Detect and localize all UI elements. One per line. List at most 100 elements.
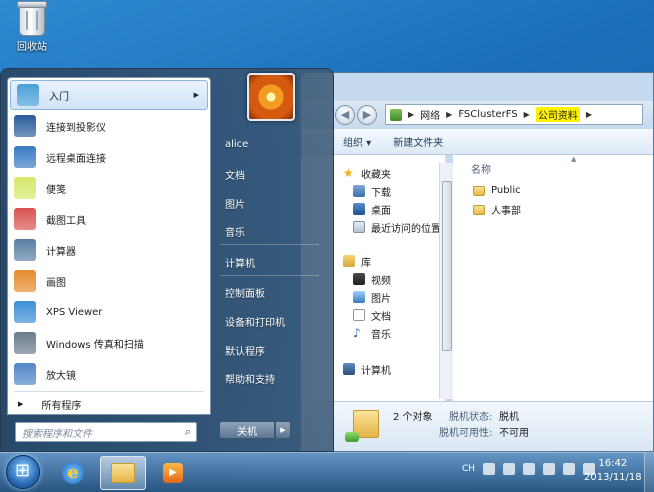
start-right-help[interactable]: 帮助和支持 — [225, 371, 275, 386]
recent-places-icon — [353, 221, 365, 233]
start-right-pictures[interactable]: 图片 — [225, 196, 245, 211]
nav-favorites[interactable]: ★ 收藏夹 — [343, 165, 391, 181]
sync-icon — [345, 432, 359, 442]
fax-scan-icon — [14, 332, 36, 354]
details-pane: 2 个对象 脱机状态: 脱机 脱机可用性: 不可用 — [301, 401, 653, 451]
taskbar-media-player[interactable]: ▶ — [150, 456, 196, 490]
language-indicator[interactable]: CH — [462, 464, 475, 474]
shutdown-options-button[interactable]: ▶ — [275, 421, 291, 439]
xps-viewer-icon — [14, 301, 36, 323]
nav-music[interactable]: ♪ 音乐 — [353, 325, 391, 341]
recycle-bin-icon — [17, 1, 47, 36]
file-list: ▲ 名称 Public 人事部 — [453, 155, 653, 403]
start-right-control-panel[interactable]: 控制面板 — [225, 285, 265, 300]
explorer-window: ◀ ▶ ▶ 网络 ▶ FSClusterFS ▶ 公司资料 ▶ 组织 ▾ 新建文… — [300, 72, 654, 452]
divider — [219, 244, 319, 245]
breadcrumb-company-data[interactable]: 公司资料 — [535, 107, 580, 122]
clock[interactable]: 16:42 2013/11/18 — [584, 457, 642, 485]
nav-computer[interactable]: 计算机 — [343, 361, 391, 377]
nav-pictures[interactable]: 图片 — [353, 289, 391, 305]
breadcrumb-network[interactable]: 网络 — [420, 107, 440, 122]
start-right-devices-printers[interactable]: 设备和打印机 — [225, 314, 285, 329]
sort-indicator-icon: ▲ — [571, 155, 577, 163]
computer-icon — [343, 363, 355, 375]
nav-documents[interactable]: 文档 — [353, 307, 391, 323]
keyboard-icon[interactable] — [483, 463, 496, 475]
address-bar[interactable]: ▶ 网络 ▶ FSClusterFS ▶ 公司资料 ▶ — [385, 104, 643, 125]
taskbar-windows-explorer[interactable] — [100, 456, 146, 490]
nav-videos[interactable]: 视频 — [353, 271, 391, 287]
scrollbar-thumb[interactable] — [442, 181, 452, 351]
recycle-bin-label: 回收站 — [17, 42, 47, 53]
network-tray-icon[interactable] — [563, 463, 576, 475]
program-sticky-notes[interactable]: 便笺 — [8, 173, 210, 203]
start-menu-programs: 入门 ▶ 连接到投影仪 远程桌面连接 便笺 截图工具 计算器 画图 XPS Vi… — [7, 77, 211, 415]
start-orb-button[interactable] — [6, 455, 40, 489]
divider — [14, 391, 204, 392]
internet-explorer-icon: e — [62, 462, 84, 484]
command-bar: 组织 ▾ 新建文件夹 — [301, 129, 653, 155]
program-xps-viewer[interactable]: XPS Viewer — [8, 297, 210, 327]
all-programs[interactable]: ▶ 所有程序 — [8, 394, 210, 414]
program-getting-started[interactable]: 入门 ▶ — [10, 80, 208, 110]
pictures-icon — [353, 291, 365, 303]
nav-desktop[interactable]: 桌面 — [353, 201, 391, 217]
tray-overflow-icon[interactable] — [523, 463, 536, 475]
offline-availability-label: 脱机可用性: — [439, 428, 493, 439]
downloads-icon — [353, 185, 365, 197]
snipping-tool-icon — [14, 208, 36, 230]
back-button[interactable]: ◀ — [335, 105, 355, 125]
forward-button[interactable]: ▶ — [357, 105, 377, 125]
start-right-music[interactable]: 音乐 — [225, 224, 245, 239]
user-avatar[interactable] — [247, 73, 295, 121]
start-search-input[interactable]: 搜索程序和文件 ⌕ — [15, 422, 197, 442]
new-folder-button[interactable]: 新建文件夹 — [393, 134, 443, 149]
program-calculator[interactable]: 计算器 — [8, 235, 210, 265]
file-item-public[interactable]: Public — [473, 185, 521, 196]
offline-status-label: 脱机状态: — [449, 412, 493, 423]
search-icon[interactable]: ⌕ — [185, 425, 191, 439]
show-desktop-button[interactable] — [644, 453, 654, 492]
calculator-icon — [14, 239, 36, 261]
program-projector[interactable]: 连接到投影仪 — [8, 111, 210, 141]
breadcrumb-fscluster[interactable]: FSClusterFS — [458, 109, 517, 120]
recycle-bin[interactable]: 回收站 — [10, 1, 54, 53]
action-center-icon[interactable] — [543, 463, 556, 475]
start-right-documents[interactable]: 文档 — [225, 167, 245, 182]
folder-icon — [473, 185, 485, 196]
system-tray: CH — [462, 463, 596, 475]
file-item-hr[interactable]: 人事部 — [473, 202, 521, 217]
help-icon[interactable] — [503, 463, 516, 475]
taskbar-internet-explorer[interactable]: e — [50, 456, 96, 490]
nav-recent[interactable]: 最近访问的位置 — [353, 219, 441, 235]
search-placeholder: 搜索程序和文件 — [22, 428, 92, 440]
offline-availability-value: 不可用 — [499, 428, 529, 439]
documents-icon — [353, 309, 365, 321]
folder-icon — [473, 204, 485, 215]
program-fax-scan[interactable]: Windows 传真和扫描 — [8, 328, 210, 358]
libraries-icon — [343, 255, 355, 267]
nav-scrollbar[interactable] — [439, 163, 453, 399]
all-programs-arrow-icon: ▶ — [18, 400, 24, 408]
clock-time: 16:42 — [598, 458, 628, 469]
offline-status-value: 脱机 — [499, 412, 519, 423]
media-player-icon: ▶ — [163, 463, 183, 483]
shutdown-button[interactable]: 关机 — [219, 421, 275, 439]
magnifier-icon — [14, 363, 36, 385]
remote-desktop-icon — [14, 146, 36, 168]
start-right-user[interactable]: alice — [225, 139, 248, 150]
program-magnifier[interactable]: 放大镜 — [8, 359, 210, 389]
windows-explorer-icon — [111, 463, 135, 483]
music-icon: ♪ — [353, 326, 361, 340]
program-snipping-tool[interactable]: 截图工具 — [8, 204, 210, 234]
nav-libraries[interactable]: 库 — [343, 253, 371, 269]
program-remote-desktop[interactable]: 远程桌面连接 — [8, 142, 210, 172]
start-right-default-programs[interactable]: 默认程序 — [225, 343, 265, 358]
organize-button[interactable]: 组织 ▾ — [343, 134, 371, 149]
program-paint[interactable]: 画图 — [8, 266, 210, 296]
clock-date: 2013/11/18 — [584, 472, 642, 483]
breadcrumb-chevron[interactable]: ▶ — [586, 110, 592, 119]
nav-downloads[interactable]: 下载 — [353, 183, 391, 199]
start-right-computer[interactable]: 计算机 — [225, 255, 255, 270]
column-header-name[interactable]: 名称 — [471, 161, 491, 176]
